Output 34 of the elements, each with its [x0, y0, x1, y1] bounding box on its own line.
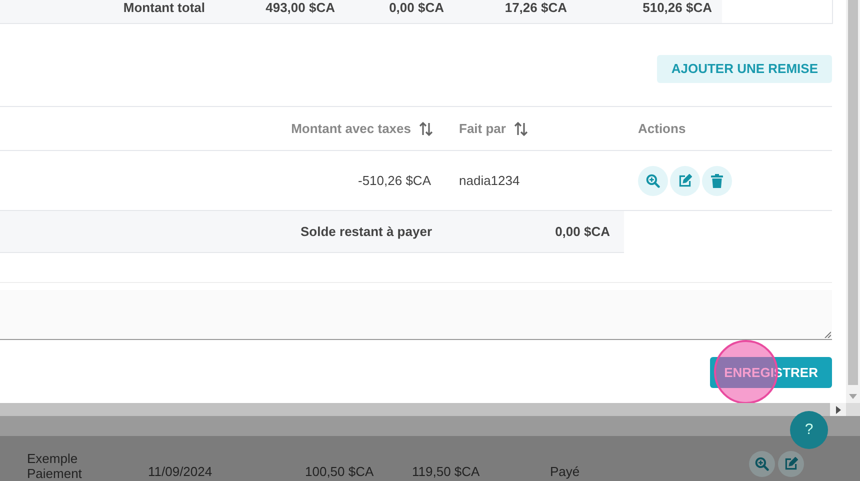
edit-button[interactable]	[670, 166, 700, 196]
balance-label: Solde restant à payer	[300, 222, 432, 241]
trash-icon	[711, 174, 723, 188]
table-cell: 11/09/2024	[148, 464, 212, 479]
total-value: 510,26 $CA	[642, 1, 712, 15]
resize-grip-icon[interactable]	[824, 331, 831, 338]
column-header[interactable]: Montant avec taxes	[291, 118, 411, 138]
edit-icon	[678, 174, 692, 188]
total-value: 0,00 $CA	[388, 1, 444, 15]
sort-icon[interactable]	[419, 120, 433, 136]
scrollbar-corner	[846, 403, 860, 416]
column-header[interactable]: Actions	[638, 118, 686, 138]
zoom-in-button[interactable]	[749, 451, 775, 477]
table-cell: Payé	[550, 464, 580, 479]
table-cell: 100,50 $CA	[305, 464, 374, 479]
zoom-in-icon	[646, 174, 660, 188]
table-cell-text: -510,26 $CA	[358, 172, 431, 190]
edit-icon	[784, 457, 798, 471]
add-discount-button[interactable]: AJOUTER UNE REMISE	[657, 55, 832, 83]
scroll-down-icon[interactable]	[849, 394, 857, 399]
edit-button[interactable]	[778, 451, 804, 477]
sort-icon[interactable]	[514, 120, 528, 136]
total-value: 17,26 $CA	[504, 1, 567, 15]
total-label: Montant total	[122, 1, 205, 15]
zoom-in-icon	[755, 457, 769, 471]
scroll-right-icon[interactable]	[830, 403, 846, 416]
table-cell: 119,50 $CA	[412, 464, 480, 479]
balance-value: 0,00 $CA	[555, 222, 610, 241]
trash-button[interactable]	[702, 166, 732, 196]
column-header[interactable]: Fait par	[459, 118, 506, 138]
zoom-in-button[interactable]	[638, 166, 668, 196]
table-cell-text: Exemple Paiement	[27, 451, 83, 481]
table-cell: nadia1234	[459, 172, 520, 188]
total-value: 493,00 $CA	[264, 1, 335, 15]
